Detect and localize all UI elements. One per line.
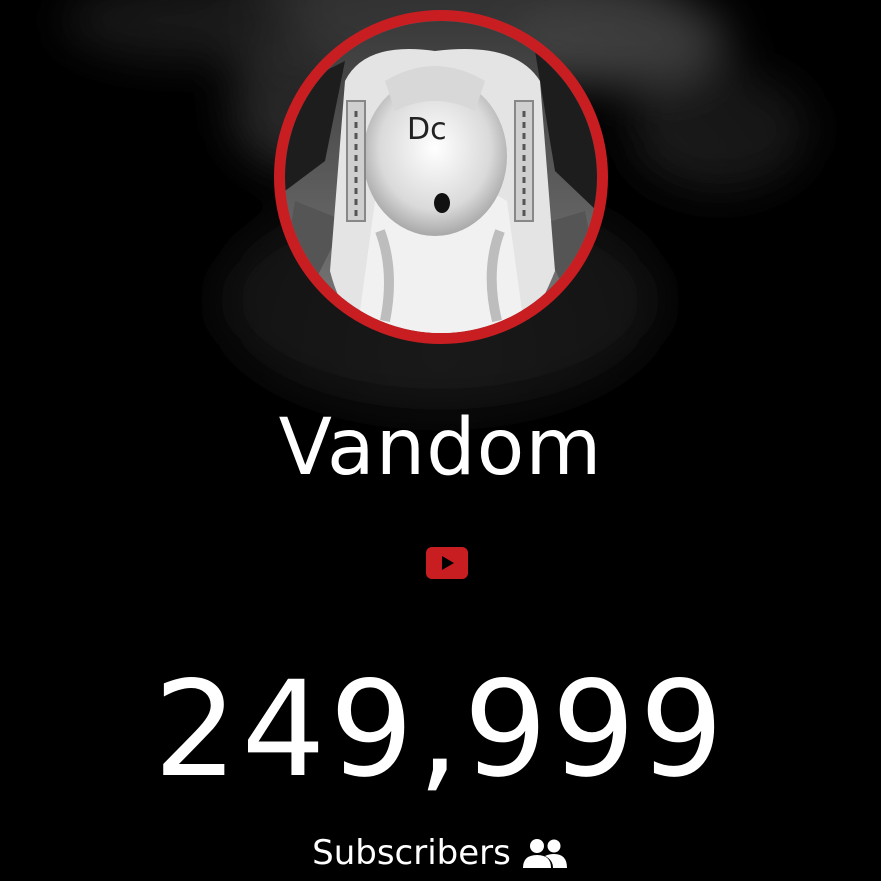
counter-page: Dc Vandom 249,999 Subscribers xyxy=(0,0,881,881)
subscribers-label-row: Subscribers xyxy=(0,830,881,876)
subscriber-count: 249,999 xyxy=(153,653,728,807)
youtube-play-icon xyxy=(426,547,468,579)
channel-avatar[interactable]: Dc xyxy=(274,10,608,344)
channel-name: Vandom xyxy=(278,403,603,493)
subscribers-label: Subscribers xyxy=(312,833,511,873)
svg-text:Dc: Dc xyxy=(407,112,447,147)
users-icon xyxy=(522,839,567,868)
avatar-image: Dc xyxy=(285,21,597,333)
